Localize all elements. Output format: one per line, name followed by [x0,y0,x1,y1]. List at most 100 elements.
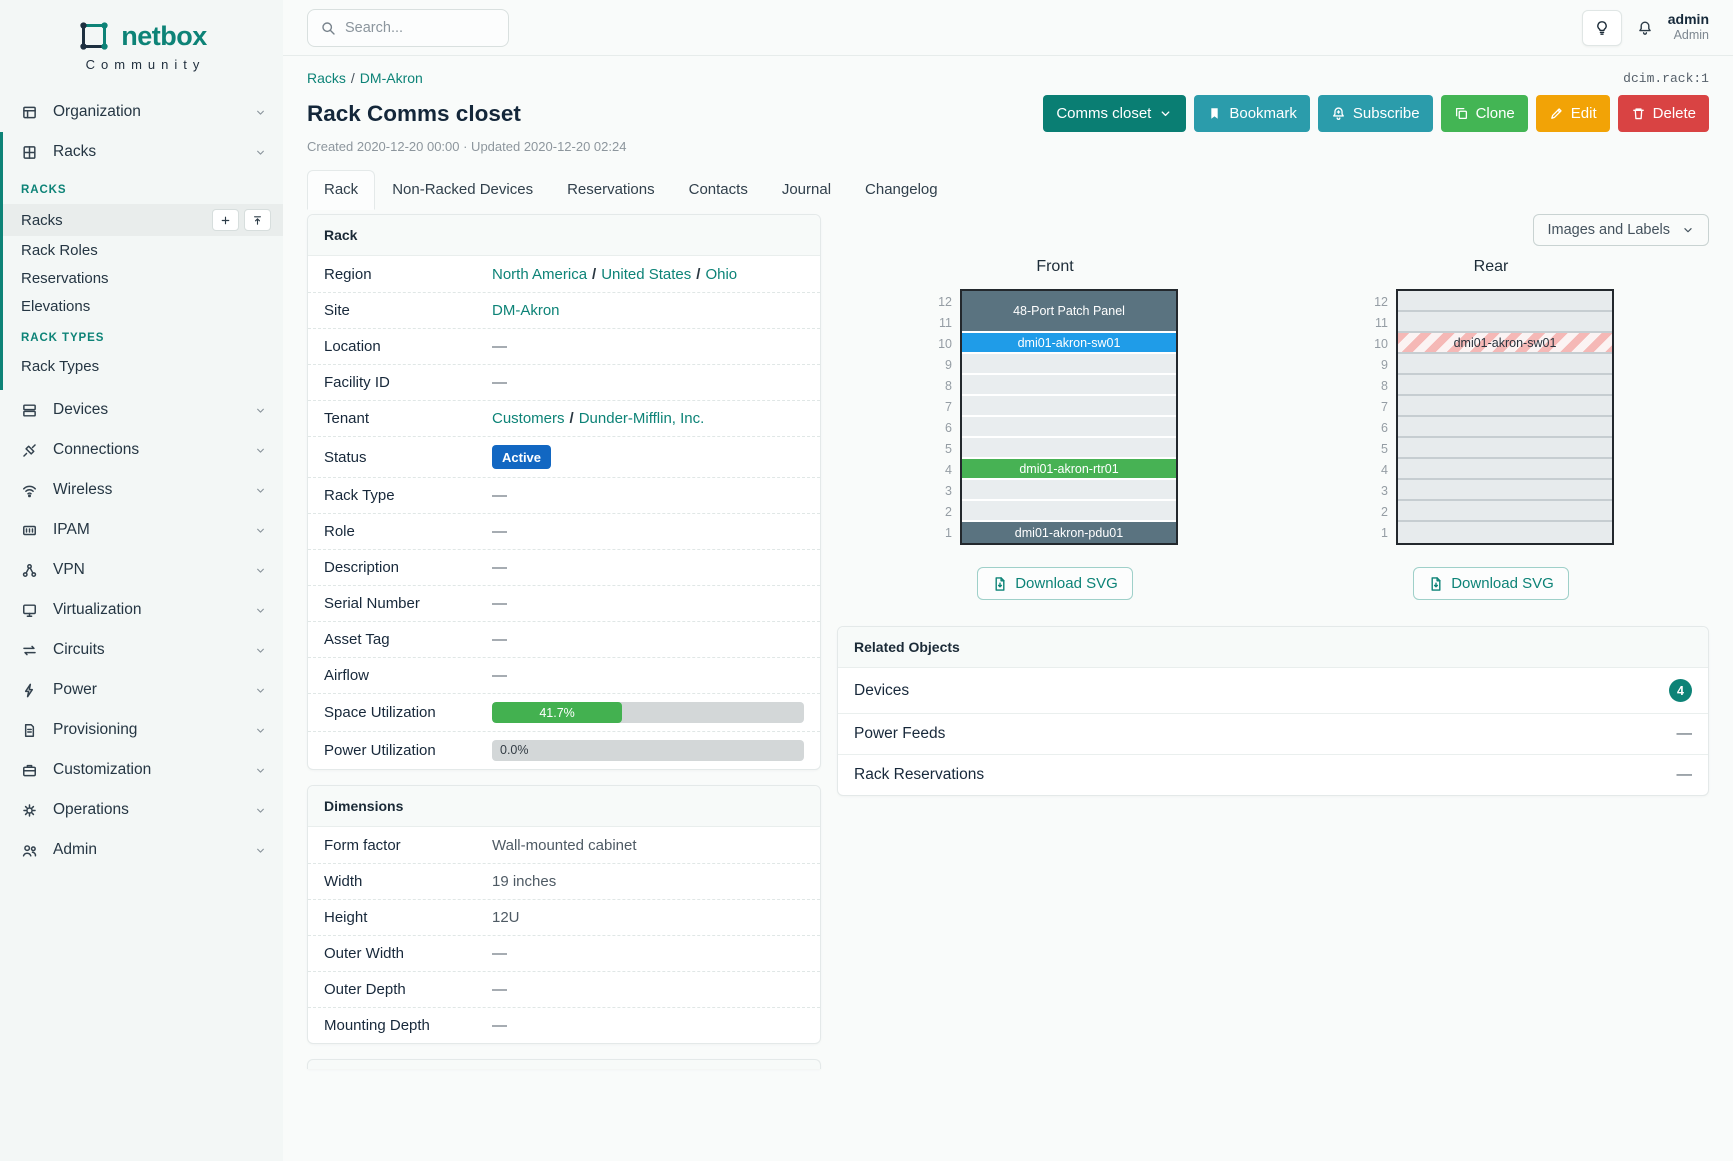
rack-unit-device[interactable]: 48-Port Patch Panel [962,291,1176,333]
rack-unit-empty[interactable] [962,438,1176,459]
unit-number: 5 [932,438,952,459]
value-link[interactable]: United States [601,266,691,283]
lightbulb-icon [1594,20,1610,36]
quick-actions [212,209,271,231]
breadcrumb-link[interactable]: DM-Akron [360,70,423,86]
search-icon [320,20,336,36]
sidebar-item-devices[interactable]: Devices [0,390,283,430]
rack-unit-empty[interactable] [962,501,1176,522]
trash-icon [1631,106,1646,121]
unit-number: 12 [932,291,952,312]
delete-button[interactable]: Delete [1618,95,1709,132]
edit-button[interactable]: Edit [1536,95,1610,132]
rack-unit-device[interactable]: dmi01-akron-sw01 [962,333,1176,354]
provisioning-icon [21,722,38,739]
elevation-view-select[interactable]: Images and Labels [1533,214,1709,246]
field-value: — [492,1017,507,1034]
tab-reservations[interactable]: Reservations [550,170,672,210]
value-link[interactable]: DM-Akron [492,302,560,319]
sidebar-item-label: IPAM [53,521,90,539]
chevron-down-icon [254,564,267,577]
field-value: — [492,595,507,612]
clone-button[interactable]: Clone [1441,95,1528,132]
rack-unit-empty[interactable] [1398,396,1612,417]
field-row: Serial Number— [308,585,820,621]
rack-rear: dmi01-akron-sw01 [1396,289,1614,545]
value-link[interactable]: North America [492,266,587,283]
unit-number: 4 [932,459,952,480]
rack-unit-empty[interactable] [962,417,1176,438]
tab-non-racked-devices[interactable]: Non-Racked Devices [375,170,550,210]
sidebar-item-power[interactable]: Power [0,670,283,710]
unit-number: 6 [932,417,952,438]
theme-toggle-button[interactable] [1582,10,1622,46]
rack-unit-empty[interactable] [1398,375,1612,396]
sidebar-item-ipam[interactable]: IPAM [0,510,283,550]
sidebar-item-customization[interactable]: Customization [0,750,283,790]
rack-unit-empty[interactable] [1398,354,1612,375]
sidebar-item-operations[interactable]: Operations [0,790,283,830]
rack-unit-empty[interactable] [962,480,1176,501]
sidebar-item-elevations[interactable]: Elevations [3,292,283,320]
link-separator: / [592,266,596,283]
unit-number: 6 [1368,417,1388,438]
related-object-row[interactable]: Devices4 [838,668,1708,713]
tab-rack[interactable]: Rack [307,170,375,210]
rack-unit-device[interactable]: dmi01-akron-pdu01 [962,522,1176,543]
rack-unit-empty[interactable] [1398,480,1612,501]
related-object-row[interactable]: Rack Reservations— [838,754,1708,795]
rack-unit-empty[interactable] [1398,501,1612,522]
sidebar-item-organization[interactable]: Organization [0,92,283,132]
rack-unit-empty[interactable] [1398,291,1612,312]
value-link[interactable]: Customers [492,410,565,427]
sidebar-item-reservations[interactable]: Reservations [3,264,283,292]
rack-unit-device[interactable]: dmi01-akron-rtr01 [962,459,1176,480]
search-input[interactable] [345,20,496,36]
netbox-logo[interactable]: netbox Community [0,12,283,76]
value-link[interactable]: Dunder-Mifflin, Inc. [579,410,705,427]
rack-unit-empty[interactable] [962,396,1176,417]
rack-unit-empty[interactable] [962,375,1176,396]
tab-contacts[interactable]: Contacts [672,170,765,210]
sidebar-item-admin[interactable]: Admin [0,830,283,870]
rack-unit-empty[interactable] [1398,312,1612,333]
rack-unit-empty[interactable] [1398,522,1612,543]
progress-bar: 41.7% [492,702,804,723]
sidebar-item-rack-types[interactable]: Rack Types [3,352,283,380]
add-button[interactable] [212,209,239,231]
user-menu[interactable]: admin Admin [1668,11,1709,44]
tab-changelog[interactable]: Changelog [848,170,955,210]
sidebar-item-virtualization[interactable]: Virtualization [0,590,283,630]
comms-closet-button[interactable]: Comms closet [1043,95,1186,132]
sidebar-item-connections[interactable]: Connections [0,430,283,470]
breadcrumb-link[interactable]: Racks [307,70,346,86]
sidebar-item-wireless[interactable]: Wireless [0,470,283,510]
rack-unit-device[interactable]: dmi01-akron-sw01 [1398,333,1612,354]
value-link[interactable]: Ohio [705,266,737,283]
notifications-bell-icon[interactable] [1637,20,1653,36]
unit-number: 10 [932,333,952,354]
rack-unit-empty[interactable] [962,354,1176,375]
sidebar-item-vpn[interactable]: VPN [0,550,283,590]
sidebar-item-racks[interactable]: Racks [3,132,283,172]
rack-unit-empty[interactable] [1398,417,1612,438]
import-button[interactable] [244,209,271,231]
bookmark-button[interactable]: Bookmark [1194,95,1310,132]
rack-unit-empty[interactable] [1398,459,1612,480]
sidebar-item-provisioning[interactable]: Provisioning [0,710,283,750]
search-box[interactable] [307,9,509,47]
sidebar-item-rack-roles[interactable]: Rack Roles [3,236,283,264]
download-svg-label: Download SVG [1015,575,1118,592]
related-object-row[interactable]: Power Feeds— [838,713,1708,754]
sidebar-item-label: Operations [53,801,129,819]
download-svg-button[interactable]: Download SVG [1413,567,1569,600]
rack-unit-empty[interactable] [1398,438,1612,459]
unit-number: 8 [932,375,952,396]
tab-journal[interactable]: Journal [765,170,848,210]
subscribe-button[interactable]: Subscribe [1318,95,1433,132]
admin-icon [21,842,38,859]
sidebar-item-circuits[interactable]: Circuits [0,630,283,670]
topbar: admin Admin [283,0,1733,56]
sidebar-item-racks[interactable]: Racks [3,204,283,236]
download-svg-button[interactable]: Download SVG [977,567,1133,600]
